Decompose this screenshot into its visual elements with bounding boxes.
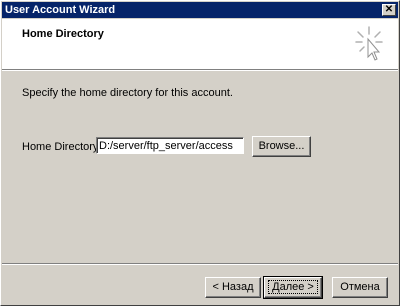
browse-button[interactable]: Browse... xyxy=(252,136,311,157)
header-divider xyxy=(2,69,398,71)
wizard-header: Home Directory xyxy=(2,19,398,69)
title-bar[interactable]: User Account Wizard ✕ xyxy=(2,2,398,18)
footer-divider xyxy=(2,263,398,265)
page-title: Home Directory xyxy=(22,28,104,40)
home-directory-input[interactable] xyxy=(96,137,244,154)
next-button-label: Далее > xyxy=(268,280,318,294)
home-directory-label: Home Directory: xyxy=(22,141,102,153)
window-title: User Account Wizard xyxy=(5,4,116,16)
close-icon: ✕ xyxy=(384,4,394,15)
back-button[interactable]: < Назад xyxy=(205,277,261,298)
next-button[interactable]: Далее > xyxy=(263,276,323,299)
close-button[interactable]: ✕ xyxy=(382,4,396,16)
wizard-sparkle-icon xyxy=(355,26,383,61)
wizard-window: User Account Wizard ✕ Home Directory Spe… xyxy=(0,0,400,306)
cancel-button[interactable]: Отмена xyxy=(332,277,388,298)
instruction-text: Specify the home directory for this acco… xyxy=(22,87,233,99)
